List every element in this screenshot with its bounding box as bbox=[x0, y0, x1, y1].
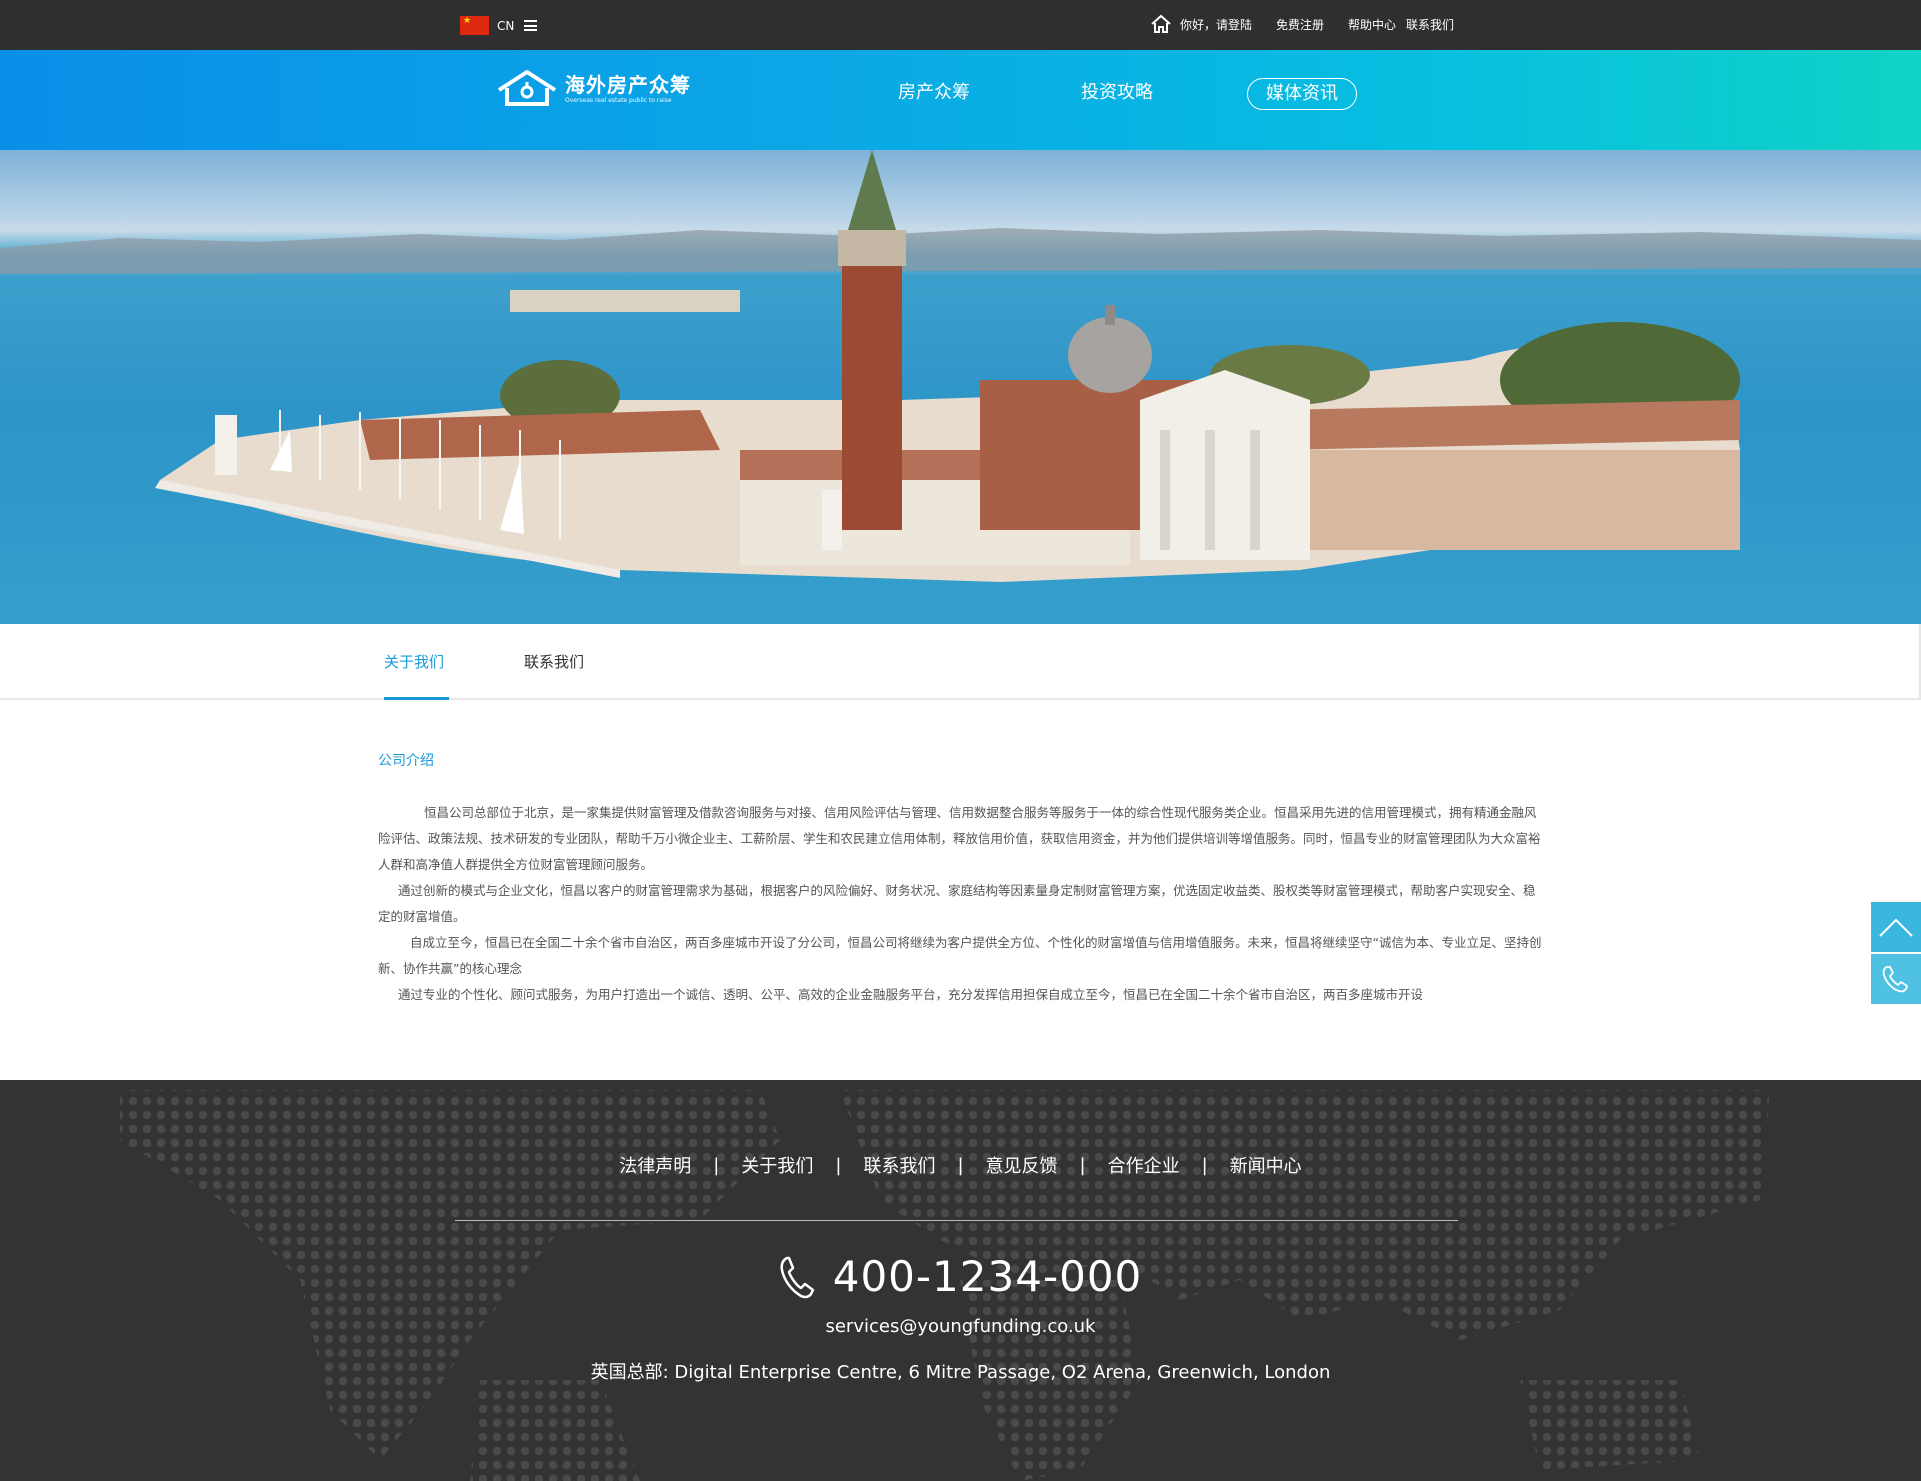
company-intro-article: 恒昌公司总部位于北京，是一家集提供财富管理及借款咨询服务与对接、信用风险评估与管… bbox=[378, 800, 1546, 1008]
footer-separator: | bbox=[1079, 1154, 1086, 1176]
logo-subtitle: Overseas real estate public to raise bbox=[565, 97, 672, 104]
footer-links: 法律声明 | 关于我们 | 联系我们 | 意见反馈 | 合作企业 | 新闻中心 bbox=[0, 1152, 1921, 1178]
language-selector[interactable]: CN bbox=[460, 16, 538, 35]
footer-separator: | bbox=[1201, 1154, 1208, 1176]
footer-separator: | bbox=[957, 1154, 964, 1176]
top-bar: CN 你好，请登陆 免费注册 帮助中心 联系我们 bbox=[0, 0, 1921, 50]
page-tabs: 关于我们 联系我们 bbox=[0, 624, 1921, 700]
register-link[interactable]: 免费注册 bbox=[1276, 16, 1324, 33]
nav-investment-guide[interactable]: 投资攻略 bbox=[1063, 78, 1171, 110]
language-code: CN bbox=[497, 18, 515, 33]
back-to-top-button[interactable] bbox=[1871, 902, 1921, 952]
footer-divider bbox=[455, 1220, 1458, 1221]
footer-email[interactable]: services@youngfunding.co.uk bbox=[0, 1316, 1921, 1337]
house-logo-icon bbox=[497, 70, 557, 106]
chevron-up-icon bbox=[1879, 918, 1913, 937]
venice-island-illustration bbox=[0, 150, 1921, 624]
phone-icon bbox=[780, 1256, 814, 1298]
footer-link-feedback[interactable]: 意见反馈 bbox=[986, 1152, 1058, 1178]
footer-separator: | bbox=[713, 1154, 720, 1176]
logo-title: 海外房产众筹 bbox=[565, 73, 691, 97]
top-links: 你好，请登陆 免费注册 帮助中心 联系我们 bbox=[1150, 14, 1454, 34]
article-paragraph: 恒昌公司总部位于北京，是一家集提供财富管理及借款咨询服务与对接、信用风险评估与管… bbox=[378, 805, 1541, 872]
nav-real-estate-crowdfunding[interactable]: 房产众筹 bbox=[880, 78, 988, 110]
help-center-link[interactable]: 帮助中心 bbox=[1348, 16, 1396, 33]
china-flag-icon bbox=[460, 16, 489, 35]
footer-link-legal[interactable]: 法律声明 bbox=[619, 1152, 691, 1178]
nav-media-news[interactable]: 媒体资讯 bbox=[1247, 78, 1357, 110]
article-paragraph: 通过创新的模式与企业文化，恒昌以客户的财富管理需求为基础，根据客户的风险偏好、财… bbox=[378, 883, 1536, 924]
footer-separator: | bbox=[835, 1154, 842, 1176]
footer-link-contact[interactable]: 联系我们 bbox=[863, 1152, 935, 1178]
login-link[interactable]: 你好，请登陆 bbox=[1180, 16, 1252, 33]
footer-link-partners[interactable]: 合作企业 bbox=[1108, 1152, 1180, 1178]
phone-icon bbox=[1882, 966, 1908, 993]
footer-phone: 400-1234-000 bbox=[0, 1252, 1921, 1301]
hero-banner bbox=[0, 150, 1921, 624]
phone-number[interactable]: 400-1234-000 bbox=[833, 1252, 1143, 1301]
active-tab-indicator bbox=[384, 697, 449, 700]
tab-about-us[interactable]: 关于我们 bbox=[384, 651, 444, 672]
footer-link-about[interactable]: 关于我们 bbox=[741, 1152, 813, 1178]
menu-icon[interactable] bbox=[524, 20, 538, 31]
site-logo[interactable]: 海外房产众筹 Overseas real estate public to ra… bbox=[495, 68, 691, 110]
phone-contact-button[interactable] bbox=[1871, 954, 1921, 1004]
footer-address: 英国总部: Digital Enterprise Centre, 6 Mitre… bbox=[590, 1362, 1331, 1383]
article-paragraph: 通过专业的个性化、顾问式服务，为用户打造出一个诚信、透明、公平、高效的企业金融服… bbox=[398, 987, 1424, 1002]
article-paragraph: 自成立至今，恒昌已在全国二十余个省市自治区，两百多座城市开设了分公司，恒昌公司将… bbox=[378, 935, 1542, 976]
tab-contact-us[interactable]: 联系我们 bbox=[524, 651, 584, 672]
main-header: 海外房产众筹 Overseas real estate public to ra… bbox=[0, 50, 1921, 150]
site-footer: 法律声明 | 关于我们 | 联系我们 | 意见反馈 | 合作企业 | 新闻中心 … bbox=[0, 1080, 1921, 1481]
home-icon[interactable] bbox=[1150, 14, 1172, 34]
section-title: 公司介绍 bbox=[378, 753, 434, 769]
contact-us-link[interactable]: 联系我们 bbox=[1406, 16, 1454, 33]
footer-link-news[interactable]: 新闻中心 bbox=[1230, 1152, 1302, 1178]
side-float-buttons bbox=[1871, 902, 1921, 1004]
